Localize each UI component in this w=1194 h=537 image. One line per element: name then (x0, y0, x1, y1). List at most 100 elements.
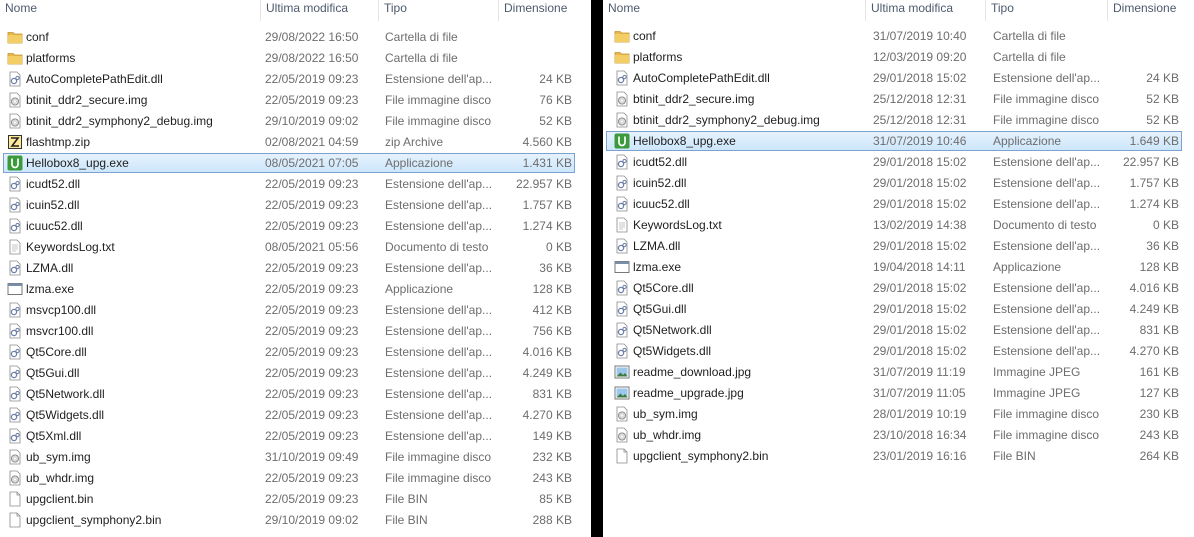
file-row-msvcr100-dll[interactable]: msvcr100.dll 22/05/2019 09:23 Estensione d… (3, 321, 575, 341)
column-type-header[interactable]: Tipo (985, 0, 1107, 21)
file-modified: 22/05/2019 09:23 (265, 72, 359, 86)
file-row-readme-upgrade-jpg[interactable]: readme_upgrade.jpg 31/07/2019 11:05 Immagi… (606, 383, 1182, 403)
file-row-upgclient-bin[interactable]: upgclient.bin 22/05/2019 09:23 File BIN 85 … (3, 489, 575, 509)
column-size-header[interactable]: Dimensione (1107, 0, 1191, 21)
file-modified: 29/01/2018 15:02 (873, 176, 967, 190)
file-row-keywordslog-txt[interactable]: KeywordsLog.txt 13/02/2019 14:38 Documento… (606, 215, 1182, 235)
file-row-ub-whdr-img[interactable]: ub_whdr.img 23/10/2018 16:34 File immagine… (606, 425, 1182, 445)
file-row-hellobox8-upg-exe[interactable]: Hellobox8_upg.exe 31/07/2019 10:46 Applica… (606, 131, 1182, 151)
file-size: 36 KB (539, 261, 572, 275)
file-name: Hellobox8_upg.exe (26, 156, 129, 170)
file-size: 22.957 KB (515, 177, 572, 191)
file-name: btinit_ddr2_secure.img (633, 92, 755, 106)
file-size (1102, 48, 1179, 66)
zip-icon (7, 134, 23, 150)
column-name-header[interactable]: Nome (0, 0, 260, 21)
file-row-icuin52-dll[interactable]: icuin52.dll 22/05/2019 09:23 Estensione de… (3, 195, 575, 215)
file-row-icuuc52-dll[interactable]: icuuc52.dll 29/01/2018 15:02 Estensione de… (606, 194, 1182, 214)
file-modified: 28/01/2019 10:19 (873, 407, 967, 421)
column-name-header[interactable]: Nome (603, 0, 865, 21)
file-size: 1.757 KB (1129, 176, 1179, 190)
file-type: Estensione dell'ap... (993, 323, 1101, 337)
column-size-header[interactable]: Dimensione (498, 0, 578, 21)
file-row-btinit-ddr2-secure-img[interactable]: btinit_ddr2_secure.img 22/05/2019 09:23 Fi… (3, 90, 575, 110)
column-modified-header[interactable]: Ultima modifica (865, 0, 985, 21)
file-modified: 08/05/2021 07:05 (265, 156, 359, 170)
file-name: Qt5Core.dll (633, 281, 694, 295)
file-row-lzma-exe[interactable]: lzma.exe 19/04/2018 14:11 Applicazione 128 … (606, 257, 1182, 277)
file-type: File immagine disco (993, 407, 1100, 421)
file-modified: 08/05/2021 05:56 (265, 240, 359, 254)
folder-icon (7, 50, 23, 66)
file-size: 1.431 KB (522, 156, 572, 170)
dll-icon (614, 280, 630, 296)
file-row-conf[interactable]: conf 31/07/2019 10:40 Cartella di file (606, 26, 1182, 46)
file-row-flashtmp-zip[interactable]: flashtmp.zip 02/08/2021 04:59 zip Archive 4… (3, 132, 575, 152)
file-type: Estensione dell'ap... (993, 155, 1101, 169)
file-size: 831 KB (532, 387, 572, 401)
file-type: File immagine disco (385, 471, 492, 485)
file-type: Documento di testo (993, 218, 1097, 232)
file-size: 52 KB (539, 114, 572, 128)
file-row-btinit-ddr2-symphony2-debug-img[interactable]: btinit_ddr2_symphony2_debug.img 29/10/201… (3, 111, 575, 131)
file-row-icudt52-dll[interactable]: icudt52.dll 22/05/2019 09:23 Estensione de… (3, 174, 575, 194)
file-row-qt5core-dll[interactable]: Qt5Core.dll 22/05/2019 09:23 Estensione de… (3, 342, 575, 362)
file-row-platforms[interactable]: platforms 12/03/2019 09:20 Cartella di fil… (606, 47, 1182, 67)
file-row-autocompletepathedit-dll[interactable]: AutoCompletePathEdit.dll 22/05/2019 09:23… (3, 69, 575, 89)
file-row-ub-whdr-img[interactable]: ub_whdr.img 22/05/2019 09:23 File immagine… (3, 468, 575, 488)
file-row-upgclient-symphony2-bin[interactable]: upgclient_symphony2.bin 29/10/2019 09:02 F… (3, 510, 575, 530)
dll-icon (614, 196, 630, 212)
file-row-conf[interactable]: conf 29/08/2022 16:50 Cartella di file (3, 27, 575, 47)
file-type: Immagine JPEG (993, 386, 1081, 400)
file-row-qt5widgets-dll[interactable]: Qt5Widgets.dll 22/05/2019 09:23 Estensione… (3, 405, 575, 425)
column-type-header[interactable]: Tipo (378, 0, 498, 21)
file-row-ub-sym-img[interactable]: ub_sym.img 31/10/2019 09:49 File immagine … (3, 447, 575, 467)
file-modified: 12/03/2019 09:20 (873, 50, 967, 64)
file-row-btinit-ddr2-secure-img[interactable]: btinit_ddr2_secure.img 25/12/2018 12:31 Fi… (606, 89, 1182, 109)
file-type: Estensione dell'ap... (993, 176, 1101, 190)
file-modified: 22/05/2019 09:23 (265, 198, 359, 212)
file-modified: 22/05/2019 09:23 (265, 177, 359, 191)
file-size: 1.274 KB (522, 219, 572, 233)
file-row-keywordslog-txt[interactable]: KeywordsLog.txt 08/05/2021 05:56 Documento… (3, 237, 575, 257)
dll-icon (614, 70, 630, 86)
file-name: icuuc52.dll (633, 197, 690, 211)
file-type: Estensione dell'ap... (385, 219, 493, 233)
file-row-icuuc52-dll[interactable]: icuuc52.dll 22/05/2019 09:23 Estensione de… (3, 216, 575, 236)
file-row-hellobox8-upg-exe[interactable]: Hellobox8_upg.exe 08/05/2021 07:05 Applica… (3, 153, 575, 173)
file-type: Estensione dell'ap... (385, 177, 493, 191)
file-row-readme-download-jpg[interactable]: readme_download.jpg 31/07/2019 11:19 Immag… (606, 362, 1182, 382)
file-row-platforms[interactable]: platforms 29/08/2022 16:50 Cartella di fil… (3, 48, 575, 68)
file-row-autocompletepathedit-dll[interactable]: AutoCompletePathEdit.dll 29/01/2018 15:02… (606, 68, 1182, 88)
file-row-ub-sym-img[interactable]: ub_sym.img 28/01/2019 10:19 File immagine … (606, 404, 1182, 424)
file-type: Estensione dell'ap... (385, 408, 493, 422)
file-row-icuin52-dll[interactable]: icuin52.dll 29/01/2018 15:02 Estensione de… (606, 173, 1182, 193)
file-row-lzma-dll[interactable]: LZMA.dll 29/01/2018 15:02 Estensione dell'… (606, 236, 1182, 256)
dll-icon (7, 302, 23, 318)
file-type: Estensione dell'ap... (385, 387, 493, 401)
file-row-icudt52-dll[interactable]: icudt52.dll 29/01/2018 15:02 Estensione de… (606, 152, 1182, 172)
file-row-lzma-dll[interactable]: LZMA.dll 22/05/2019 09:23 Estensione dell'… (3, 258, 575, 278)
file-row-lzma-exe[interactable]: lzma.exe 22/05/2019 09:23 Applicazione 128 … (3, 279, 575, 299)
file-row-btinit-ddr2-symphony2-debug-img[interactable]: btinit_ddr2_symphony2_debug.img 25/12/201… (606, 110, 1182, 130)
file-modified: 29/01/2018 15:02 (873, 344, 967, 358)
file-row-qt5core-dll[interactable]: Qt5Core.dll 29/01/2018 15:02 Estensione de… (606, 278, 1182, 298)
exe-icon (614, 259, 630, 275)
file-row-qt5network-dll[interactable]: Qt5Network.dll 29/01/2018 15:02 Estensione… (606, 320, 1182, 340)
file-row-upgclient-symphony2-bin[interactable]: upgclient_symphony2.bin 23/01/2019 16:16 F… (606, 446, 1182, 466)
file-row-qt5gui-dll[interactable]: Qt5Gui.dll 29/01/2018 15:02 Estensione del… (606, 299, 1182, 319)
file-type: File BIN (385, 492, 428, 506)
column-modified-header[interactable]: Ultima modifica (260, 0, 378, 21)
file-size: 4.270 KB (522, 408, 572, 422)
file-modified: 29/01/2018 15:02 (873, 323, 967, 337)
file-row-qt5gui-dll[interactable]: Qt5Gui.dll 22/05/2019 09:23 Estensione del… (3, 363, 575, 383)
file-row-qt5xml-dll[interactable]: Qt5Xml.dll 22/05/2019 09:23 Estensione del… (3, 426, 575, 446)
file-row-qt5network-dll[interactable]: Qt5Network.dll 22/05/2019 09:23 Estensione… (3, 384, 575, 404)
file-modified: 29/01/2018 15:02 (873, 281, 967, 295)
file-type: Estensione dell'ap... (993, 302, 1101, 316)
file-type: Estensione dell'ap... (385, 324, 493, 338)
file-row-msvcp100-dll[interactable]: msvcp100.dll 22/05/2019 09:23 Estensione d… (3, 300, 575, 320)
hellobox-app-icon (7, 155, 23, 171)
file-name: Qt5Widgets.dll (633, 344, 712, 358)
file-row-qt5widgets-dll[interactable]: Qt5Widgets.dll 29/01/2018 15:02 Estensione… (606, 341, 1182, 361)
